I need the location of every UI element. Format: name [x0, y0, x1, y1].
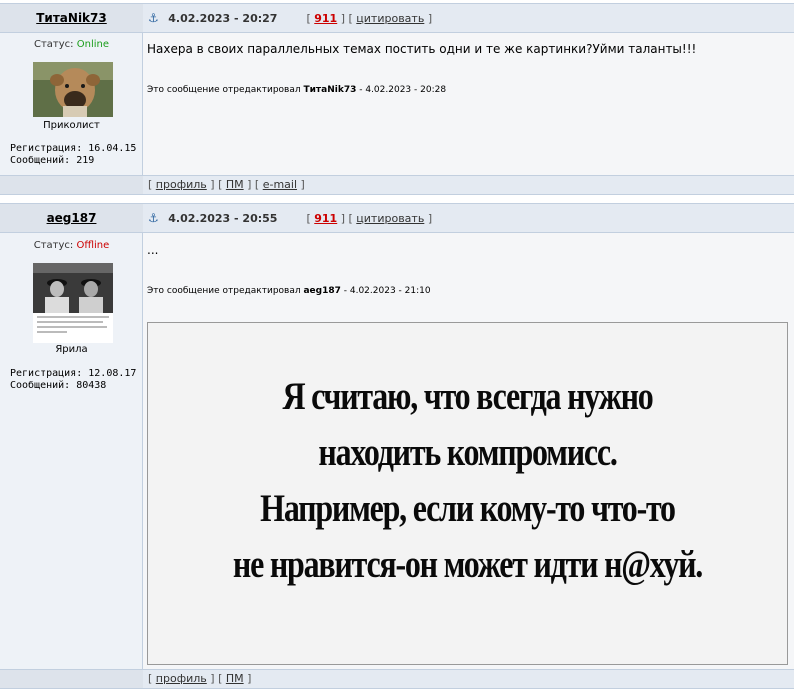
post-date: 4.02.2023 - 20:55: [168, 212, 278, 225]
quote-link[interactable]: цитировать: [356, 212, 424, 225]
post-meta: ⚓ 4.02.2023 - 20:27 [ 911 ] [ цитировать…: [148, 11, 433, 25]
post-number-link[interactable]: 911: [314, 12, 337, 25]
edit-date: - 4.02.2023 - 20:28: [359, 85, 447, 95]
message-count: Сообщений: 80438: [10, 380, 107, 391]
quote-link[interactable]: цитировать: [356, 12, 424, 25]
avatar[interactable]: [33, 263, 113, 343]
edit-user: aeg187: [303, 286, 341, 296]
anchor-icon[interactable]: ⚓: [148, 211, 159, 225]
message-count: Сообщений: 219: [10, 155, 95, 166]
status-value: Online: [76, 39, 109, 50]
user-status: Статус: Online: [0, 39, 143, 50]
pm-link[interactable]: ПМ: [226, 178, 244, 191]
image-caption: Я считаю, что всегда нужно находить комп…: [206, 369, 730, 593]
image-line: Например, если кому-то что-то: [260, 487, 676, 530]
post-text: Нахера в своих параллельных темах постит…: [147, 42, 697, 56]
post-footer: [ профиль ] [ ПМ ] [ e-mail ]: [0, 175, 794, 195]
edit-note: Это сообщение отредактировал aeg187 - 4.…: [147, 286, 431, 296]
post-meta: ⚓ 4.02.2023 - 20:55 [ 911 ] [ цитировать…: [148, 211, 433, 225]
post-author-cell: ТитаNik73: [0, 4, 143, 32]
post-footer: [ профиль ] [ ПМ ]: [0, 669, 794, 689]
image-line: не нравится-он может идти н@хуй.: [232, 543, 703, 586]
post-date: 4.02.2023 - 20:27: [168, 12, 278, 25]
profile-link[interactable]: профиль: [156, 672, 207, 685]
edit-user: ТитаNik73: [303, 85, 357, 95]
status-value: Offline: [76, 240, 110, 251]
post-text: ...: [147, 243, 159, 257]
edit-note: Это сообщение отредактировал ТитаNik73 -…: [147, 85, 446, 95]
user-stats: Регистрация: 12.08.17 Сообщений: 80438: [10, 368, 136, 392]
edit-date: - 4.02.2023 - 21:10: [343, 286, 431, 296]
pm-link[interactable]: ПМ: [226, 672, 244, 685]
edit-prefix: Это сообщение отредактировал: [147, 85, 301, 95]
image-line: находить компромисс.: [318, 431, 617, 474]
status-label: Статус:: [34, 39, 74, 50]
anchor-icon[interactable]: ⚓: [148, 11, 159, 25]
profile-link[interactable]: профиль: [156, 178, 207, 191]
edit-prefix: Это сообщение отредактировал: [147, 286, 301, 296]
user-title: Приколист: [43, 120, 100, 131]
post-author-cell: aeg187: [0, 204, 143, 232]
footer-links: [ профиль ] [ ПМ ]: [148, 672, 252, 685]
username-link[interactable]: ТитаNik73: [36, 11, 106, 25]
post-header: ТитаNik73 ⚓ 4.02.2023 - 20:27 [ 911 ] [ …: [0, 3, 794, 33]
username-link[interactable]: aeg187: [47, 211, 97, 225]
email-link[interactable]: e-mail: [263, 178, 297, 191]
status-label: Статус:: [33, 240, 74, 251]
image-line: Я считаю, что всегда нужно: [282, 375, 653, 418]
footer-links: [ профиль ] [ ПМ ] [ e-mail ]: [148, 178, 305, 191]
post-number-link[interactable]: 911: [314, 212, 337, 225]
post-image[interactable]: Я считаю, что всегда нужно находить комп…: [147, 322, 788, 665]
post-header: aeg187 ⚓ 4.02.2023 - 20:55 [ 911 ] [ цит…: [0, 203, 794, 233]
user-stats: Регистрация: 16.04.15 Сообщений: 219: [10, 143, 136, 167]
user-status: Статус: Offline: [0, 240, 143, 251]
registration-date: Регистрация: 16.04.15: [10, 143, 137, 154]
registration-date: Регистрация: 12.08.17: [10, 368, 137, 379]
avatar[interactable]: [33, 62, 113, 117]
user-title: Ярила: [55, 344, 88, 355]
